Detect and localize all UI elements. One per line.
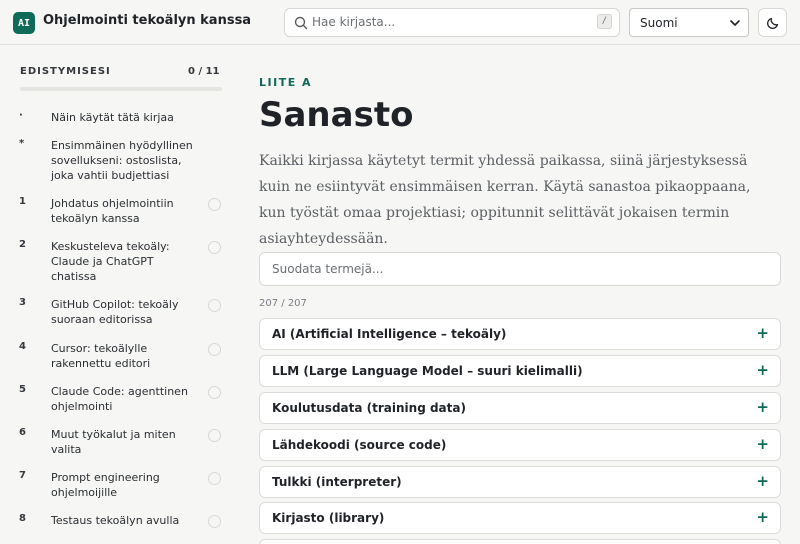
page-title: Sanasto bbox=[259, 95, 414, 135]
search-box[interactable]: Hae kirjasta... / bbox=[284, 8, 620, 37]
term-title: Koulutusdata (training data) bbox=[272, 401, 466, 415]
chapter-number: 6 bbox=[19, 427, 26, 438]
language-value: Suomi bbox=[640, 16, 678, 30]
page-intro: Kaikki kirjassa käytetyt termit yhdessä … bbox=[259, 153, 751, 247]
moon-icon bbox=[767, 17, 779, 29]
progress-label: EDISTYMISESI bbox=[20, 66, 111, 77]
chapter-title: Johdatus ohjelmointiin tekoälyn kanssa bbox=[51, 197, 174, 225]
language-select[interactable]: Suomi bbox=[629, 8, 749, 37]
chapter-number: 1 bbox=[19, 196, 26, 207]
chapter-status-circle bbox=[208, 241, 221, 254]
glossary-term[interactable]: Koulutusdata (training data) + bbox=[259, 392, 781, 424]
chapter-title: GitHub Copilot: tekoäly suoraan editoris… bbox=[51, 298, 179, 326]
chapter-number: 2 bbox=[19, 239, 26, 250]
chapter-number: 3 bbox=[19, 297, 26, 308]
chapter-number: 8 bbox=[19, 513, 26, 524]
chapter-status-circle bbox=[208, 343, 221, 356]
app-logo[interactable]: AI bbox=[13, 12, 35, 34]
filter-placeholder: Suodata termejä... bbox=[272, 262, 384, 276]
expand-plus-icon[interactable]: + bbox=[756, 324, 769, 342]
search-placeholder: Hae kirjasta... bbox=[312, 15, 396, 29]
expand-plus-icon[interactable]: + bbox=[756, 435, 769, 453]
chapter-title: Keskusteleva tekoäly: Claude ja ChatGPT … bbox=[51, 240, 170, 283]
term-count: 207 / 207 bbox=[259, 298, 307, 309]
expand-plus-icon[interactable]: + bbox=[756, 361, 769, 379]
progress-bar bbox=[20, 87, 222, 91]
chapter-title: Muut työkalut ja miten valita bbox=[51, 428, 176, 456]
glossary-term[interactable]: LLM (Large Language Model – suuri kielim… bbox=[259, 355, 781, 387]
glossary-term[interactable]: Kirjasto (library) + bbox=[259, 502, 781, 534]
term-title: Tulkki (interpreter) bbox=[272, 475, 402, 489]
chapter-status-circle bbox=[208, 386, 221, 399]
chapter-title: Prompt engineering ohjelmoijille bbox=[51, 471, 160, 499]
chapter-status-circle bbox=[208, 429, 221, 442]
appendix-label: LIITE A bbox=[259, 76, 313, 89]
search-shortcut-key: / bbox=[597, 14, 612, 29]
expand-plus-icon[interactable]: + bbox=[756, 472, 769, 490]
term-title: Kirjasto (library) bbox=[272, 511, 385, 525]
chapter-title: Näin käytät tätä kirjaa bbox=[51, 111, 174, 124]
chapter-status-circle bbox=[208, 472, 221, 485]
chapter-number: * bbox=[19, 138, 25, 149]
chapter-title: Claude Code: agenttinen ohjelmointi bbox=[51, 385, 188, 413]
term-title: LLM (Large Language Model – suuri kielim… bbox=[272, 364, 583, 378]
expand-plus-icon[interactable]: + bbox=[756, 508, 769, 526]
top-bar: AI Ohjelmointi tekoälyn kanssa Hae kirja… bbox=[0, 0, 800, 45]
term-title: Lähdekoodi (source code) bbox=[272, 438, 447, 452]
chapter-status-circle bbox=[208, 299, 221, 312]
term-title: AI (Artificial Intelligence – tekoäly) bbox=[272, 327, 507, 341]
chapter-number: · bbox=[19, 110, 23, 121]
search-icon bbox=[294, 16, 308, 30]
chapter-number: 7 bbox=[19, 470, 26, 481]
chapter-title: Cursor: tekoälylle rakennettu editori bbox=[51, 342, 151, 370]
chapter-status-circle bbox=[208, 198, 221, 211]
expand-plus-icon[interactable]: + bbox=[756, 398, 769, 416]
book-title[interactable]: Ohjelmointi tekoälyn kanssa bbox=[43, 13, 251, 28]
chapter-number: 5 bbox=[19, 384, 26, 395]
chapter-number: 4 bbox=[19, 341, 26, 352]
chapter-title: Ensimmäinen hyödyllinen sovellukseni: os… bbox=[51, 139, 193, 182]
chevron-down-icon bbox=[730, 20, 740, 26]
chapter-status-circle bbox=[208, 515, 221, 528]
progress-count: 0 / 11 bbox=[188, 66, 220, 77]
glossary-term[interactable]: Lähdekoodi (source code) + bbox=[259, 429, 781, 461]
glossary-term[interactable] bbox=[259, 539, 781, 544]
sidebar: EDISTYMISESI 0 / 11 · Näin käytät tätä k… bbox=[0, 45, 240, 544]
term-filter-input[interactable]: Suodata termejä... bbox=[259, 252, 781, 286]
chapter-title: Testaus tekoälyn avulla bbox=[51, 514, 180, 527]
theme-toggle-button[interactable] bbox=[758, 8, 787, 37]
glossary-term[interactable]: AI (Artificial Intelligence – tekoäly) + bbox=[259, 318, 781, 350]
glossary-term[interactable]: Tulkki (interpreter) + bbox=[259, 466, 781, 498]
